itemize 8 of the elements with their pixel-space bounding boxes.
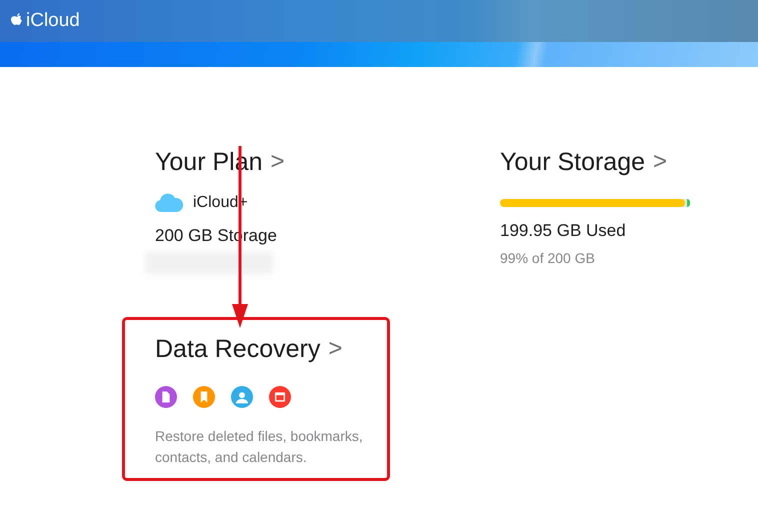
data-recovery-link[interactable]: Data Recovery > xyxy=(155,334,387,364)
storage-share: 99% of 200 GB xyxy=(500,250,596,266)
cloud-icon xyxy=(155,193,183,212)
storage-link[interactable]: Your Storage > xyxy=(500,147,700,177)
storage-segment xyxy=(687,199,690,207)
brand-logo[interactable]: iCloud xyxy=(10,10,80,32)
recovery-description: Restore deleted files, bookmarks, contacts, and calendars. xyxy=(155,427,364,467)
storage-used: 199.95 GB Used xyxy=(500,221,627,241)
